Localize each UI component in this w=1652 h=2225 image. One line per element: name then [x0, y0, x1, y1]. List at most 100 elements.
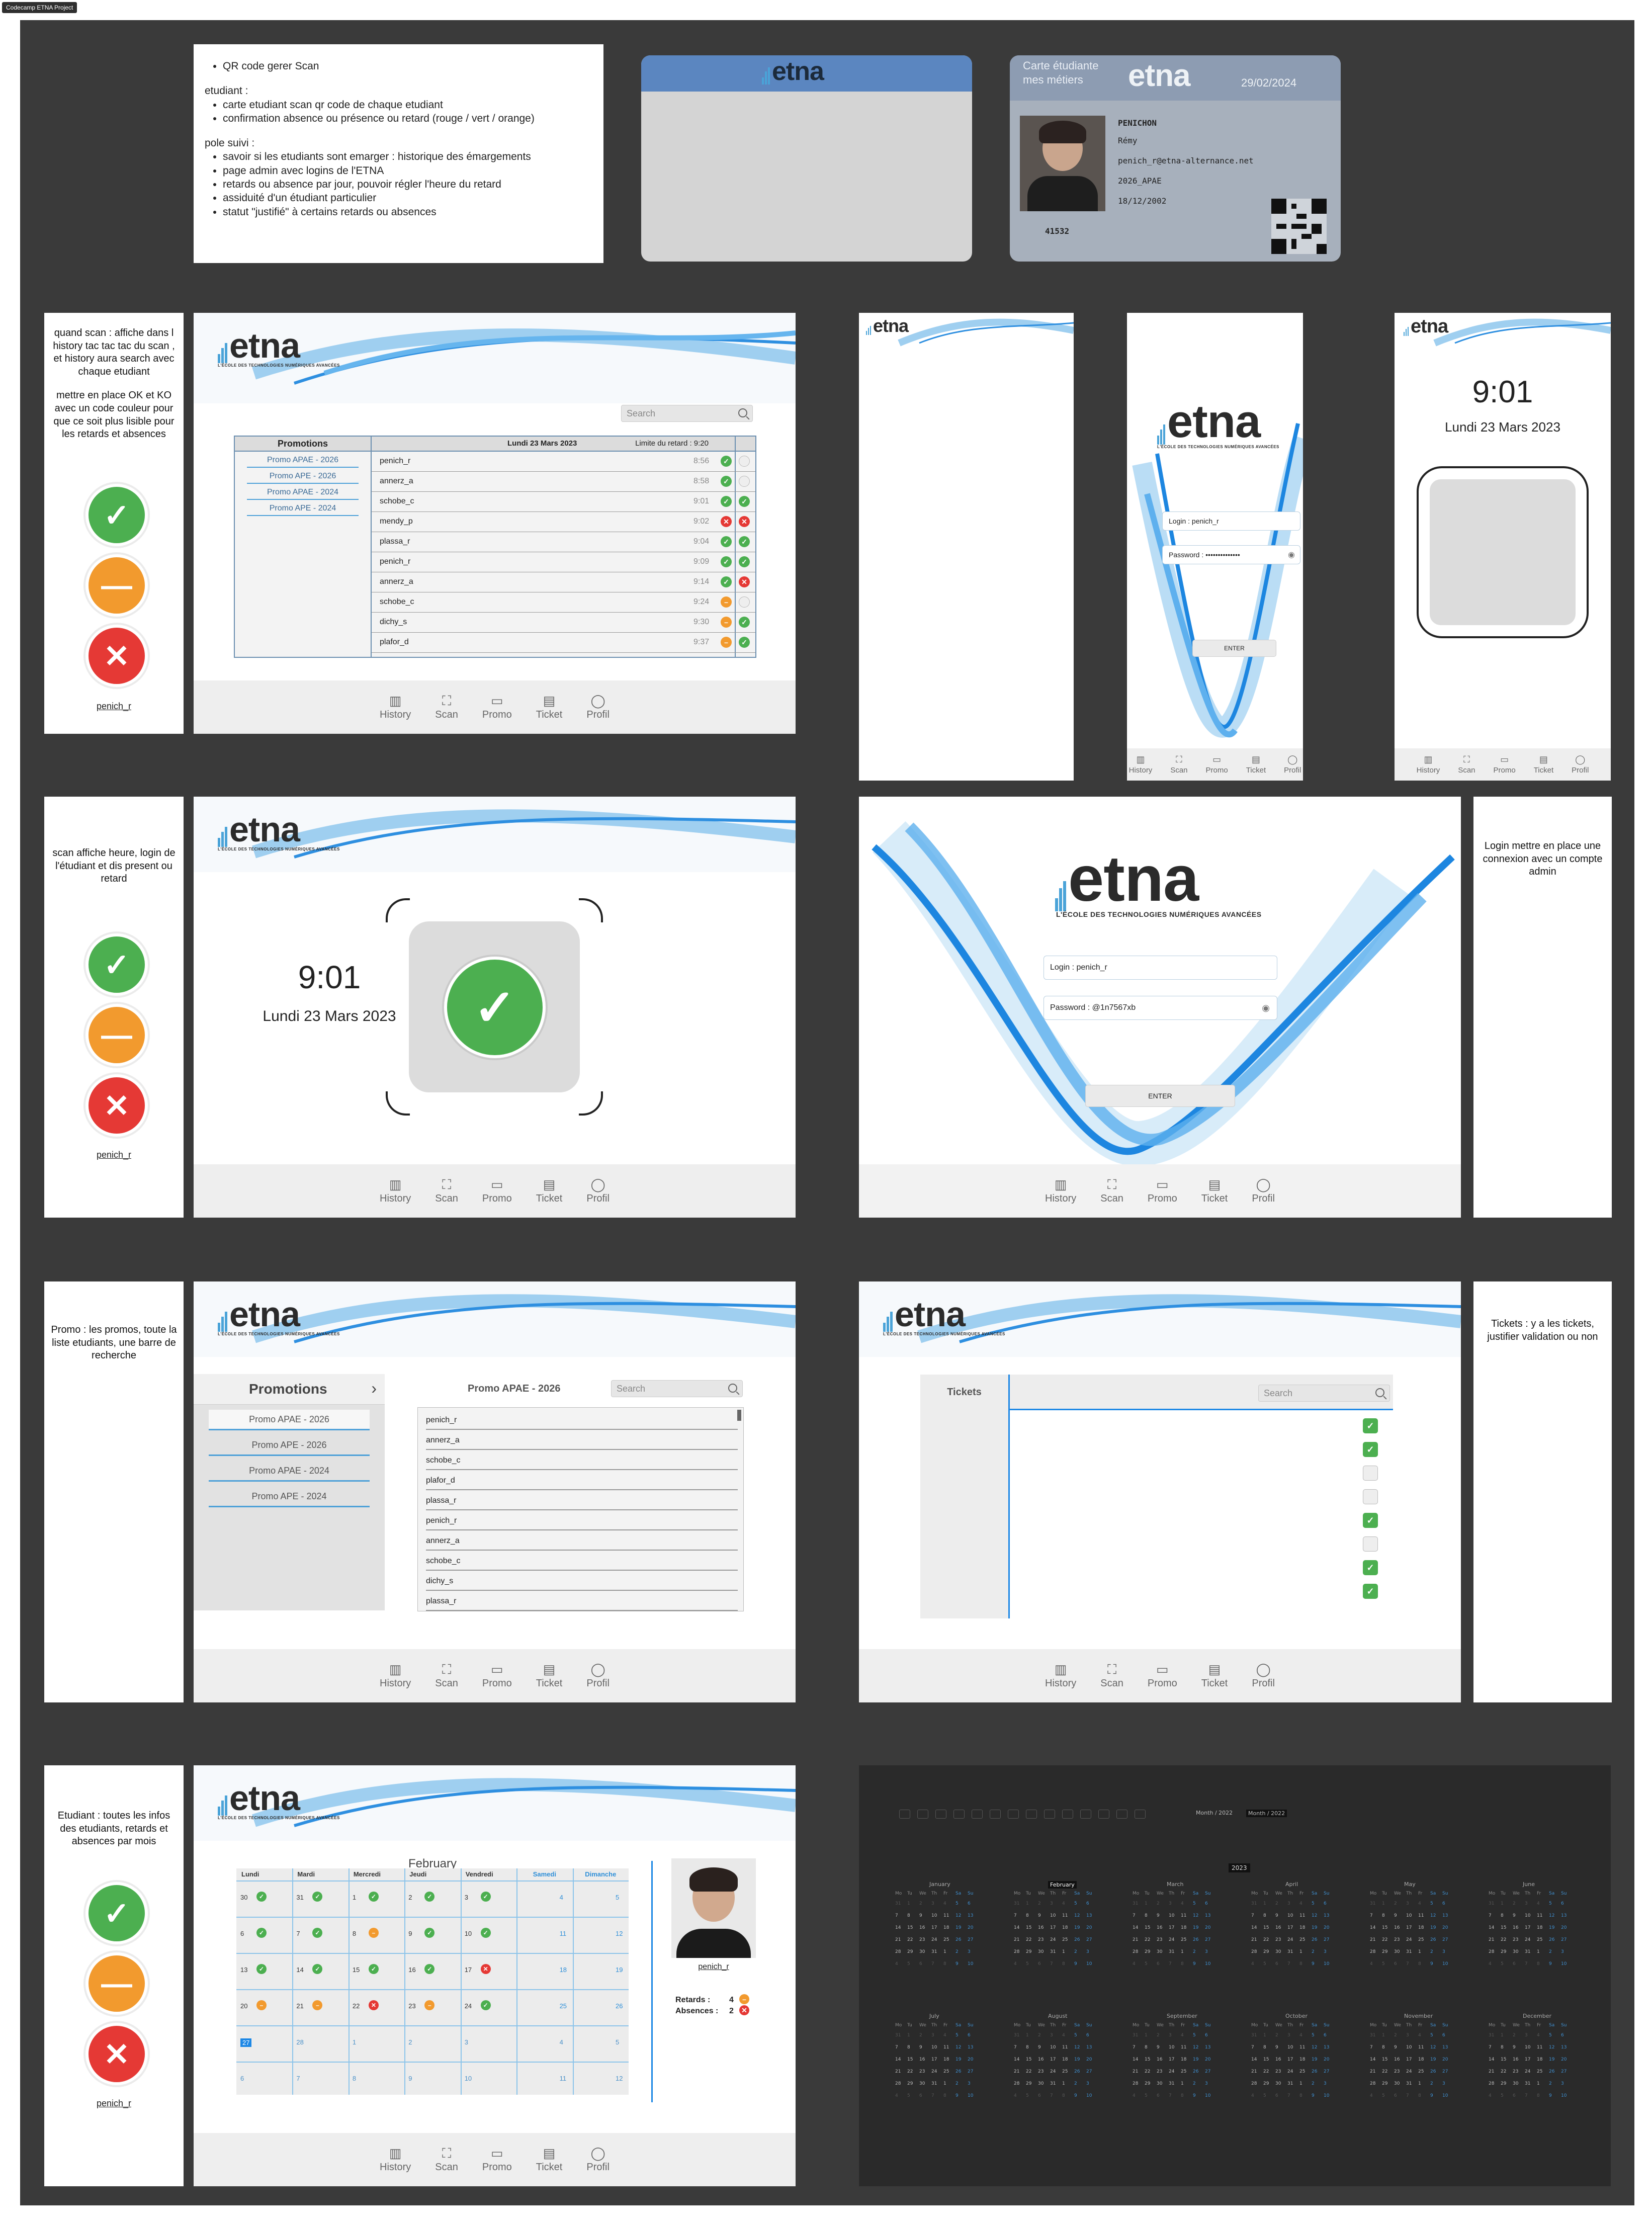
day-cell[interactable]: 10 [1205, 2093, 1210, 2098]
day-cell[interactable]: 25 [1299, 1937, 1305, 1942]
day-cell[interactable]: 20 [1086, 1925, 1092, 1930]
day-cell[interactable]: 25 [1537, 1937, 1542, 1942]
table-row[interactable]: plassa_r 9:04 ✓ ✓ [372, 532, 755, 552]
day-cell[interactable]: 3 [931, 1901, 934, 1906]
month-title[interactable]: September [1167, 2013, 1197, 2019]
calendar-day[interactable]: 12 [616, 2075, 623, 2082]
day-cell[interactable]: 6 [1394, 2093, 1397, 2098]
day-cell[interactable]: 3 [1324, 1949, 1327, 1954]
day-cell[interactable]: 25 [1299, 2069, 1305, 2074]
checked-checkbox-icon[interactable]: ✓ [1363, 1442, 1378, 1457]
day-cell[interactable]: 6 [1275, 2093, 1278, 2098]
status-ok-icon[interactable]: ✓ [721, 496, 732, 507]
day-cell[interactable]: 10 [1561, 2093, 1567, 2098]
day-cell[interactable]: 16 [1038, 1925, 1044, 1930]
nav-profil[interactable]: ◯ Profil [1252, 1178, 1275, 1205]
day-cell[interactable]: 6 [919, 2093, 922, 2098]
day-cell[interactable]: 12 [1549, 2045, 1554, 2050]
day-cell[interactable]: 24 [1169, 2069, 1174, 2074]
day-cell[interactable]: 5 [1501, 1961, 1504, 1966]
day-cell[interactable]: 5 [1312, 2033, 1315, 2038]
day-cell[interactable]: 31 [1251, 2033, 1257, 2038]
day-cell[interactable]: 20 [968, 2057, 973, 2062]
calendar-day[interactable]: 13 [240, 1966, 247, 1974]
day-cell[interactable]: 19 [1312, 1925, 1317, 1930]
day-cell[interactable]: 10 [1086, 2093, 1092, 2098]
nav-promo[interactable]: ▭ Promo [1148, 1178, 1177, 1205]
day-cell[interactable]: 29 [1026, 1949, 1031, 1954]
day-cell[interactable]: 8 [1299, 1961, 1302, 1966]
day-cell[interactable]: 3 [931, 2033, 934, 2038]
day-cell[interactable]: 19 [955, 2057, 961, 2062]
day-cell[interactable]: 10 [1169, 2045, 1174, 2050]
day-cell[interactable]: 10 [1406, 1913, 1412, 1918]
day-cell[interactable]: 4 [1370, 2093, 1373, 2098]
day-cell[interactable]: 30 [1394, 1949, 1400, 1954]
day-cell[interactable]: 10 [968, 1961, 973, 1966]
day-cell[interactable]: 5 [1074, 2033, 1077, 2038]
day-cell[interactable]: 30 [1394, 2081, 1400, 2086]
day-cell[interactable]: 12 [955, 1913, 961, 1918]
day-cell[interactable]: 22 [1263, 2069, 1269, 2074]
day-cell[interactable]: 13 [1205, 1913, 1210, 1918]
day-cell[interactable]: 4 [1062, 1901, 1065, 1906]
day-cell[interactable]: 8 [1382, 1913, 1385, 1918]
day-cell[interactable]: 21 [1014, 2069, 1019, 2074]
month-title[interactable]: April [1285, 1881, 1298, 1888]
student-row[interactable]: annerz_a [426, 1532, 738, 1551]
day-cell[interactable]: 12 [1430, 1913, 1436, 1918]
day-cell[interactable]: 21 [1370, 2069, 1375, 2074]
day-cell[interactable]: 15 [1145, 1925, 1150, 1930]
nav-promo[interactable]: ▭ Promo [482, 2147, 512, 2173]
status-ok-icon[interactable]: ✓ [721, 476, 732, 487]
day-cell[interactable]: 25 [1181, 1937, 1186, 1942]
day-cell[interactable]: 1 [1026, 2033, 1029, 2038]
day-cell[interactable]: 14 [1014, 1925, 1019, 1930]
day-cell[interactable]: 29 [1263, 2081, 1269, 2086]
nav-scan[interactable]: ⛶ Scan [435, 1663, 458, 1689]
day-cell[interactable]: 7 [1370, 2045, 1373, 2050]
day-cell[interactable]: 7 [1169, 2093, 1172, 2098]
calendar-day[interactable]: 8 [353, 1930, 356, 1937]
day-cell[interactable]: 14 [1370, 2057, 1375, 2062]
calendar-day[interactable]: 4 [560, 1894, 563, 1901]
day-cell[interactable]: 19 [1430, 1925, 1436, 1930]
nav-ticket[interactable]: ▤ Ticket [1246, 755, 1266, 775]
day-cell[interactable]: 21 [1133, 1937, 1138, 1942]
day-cell[interactable]: 31 [1133, 2033, 1138, 2038]
day-cell[interactable]: 20 [968, 1925, 973, 1930]
calendar-day[interactable]: 9 [408, 1930, 412, 1937]
day-cell[interactable]: 1 [1382, 2033, 1385, 2038]
day-cell[interactable]: 1 [1299, 2081, 1302, 2086]
nav-scan[interactable]: ⛶ Scan [435, 1178, 458, 1205]
day-cell[interactable]: 31 [1169, 2081, 1174, 2086]
day-cell[interactable]: 9 [1394, 2045, 1397, 2050]
day-cell[interactable]: 15 [907, 1925, 913, 1930]
day-cell[interactable]: 12 [955, 2045, 961, 2050]
day-cell[interactable]: 26 [955, 1937, 961, 1942]
day-cell[interactable]: 10 [1324, 2093, 1329, 2098]
checked-checkbox-icon[interactable]: ✓ [1363, 1418, 1378, 1433]
nav-promo[interactable]: ▭ Promo [1148, 1663, 1177, 1689]
history-search-input[interactable]: Search [621, 405, 753, 422]
nav-profil[interactable]: ◯ Profil [1284, 755, 1301, 775]
day-cell[interactable]: 7 [895, 2045, 898, 2050]
day-cell[interactable]: 4 [1370, 1961, 1373, 1966]
day-cell[interactable]: 24 [1050, 2069, 1056, 2074]
nav-scan[interactable]: ⛶ Scan [435, 694, 458, 721]
qr-scan-frame[interactable] [1417, 466, 1589, 638]
day-cell[interactable]: 24 [1406, 2069, 1412, 2074]
day-cell[interactable]: 22 [1026, 2069, 1031, 2074]
promo-item[interactable]: Promo APE - 2026 [247, 472, 359, 484]
day-cell[interactable]: 6 [1513, 2093, 1516, 2098]
month-title[interactable]: February [1048, 1881, 1077, 1889]
day-cell[interactable]: 8 [1062, 1961, 1065, 1966]
toolbar-label[interactable]: Month / 2022 [1246, 1810, 1287, 1817]
nav-profil[interactable]: ◯ Profil [1572, 755, 1589, 775]
day-cell[interactable]: 24 [931, 2069, 937, 2074]
status-ok-icon[interactable]: ✓ [721, 576, 732, 587]
day-cell[interactable]: 8 [1181, 1961, 1184, 1966]
day-cell[interactable]: 14 [1489, 1925, 1494, 1930]
month-title[interactable]: March [1167, 1881, 1184, 1888]
status-ko-icon[interactable]: ✕ [739, 516, 750, 527]
